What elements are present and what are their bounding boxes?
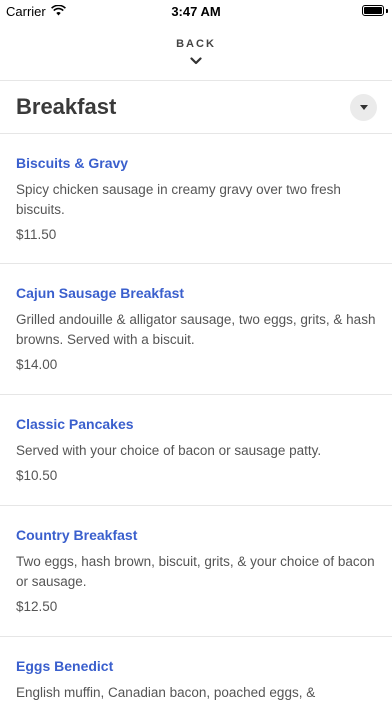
menu-list: Biscuits & Gravy Spicy chicken sausage i… [0, 134, 392, 703]
item-description: Two eggs, hash brown, biscuit, grits, & … [16, 554, 375, 589]
item-name: Cajun Sausage Breakfast [16, 285, 185, 301]
menu-item[interactable]: Classic Pancakes Served with your choice… [0, 395, 392, 506]
menu-item[interactable]: Country Breakfast Two eggs, hash brown, … [0, 506, 392, 637]
back-button[interactable]: BACK [0, 22, 392, 81]
item-price: $14.00 [16, 357, 58, 372]
section-header: Breakfast [0, 81, 392, 134]
item-description: English muffin, Canadian bacon, poached … [16, 685, 316, 700]
caret-down-icon [359, 98, 368, 116]
back-label: BACK [176, 38, 216, 50]
item-description: Spicy chicken sausage in creamy gravy ov… [16, 182, 341, 217]
item-price: $11.50 [16, 227, 57, 242]
menu-item[interactable]: Cajun Sausage Breakfast Grilled andouill… [0, 264, 392, 395]
battery-icon [362, 5, 384, 16]
status-bar: Carrier 3:47 AM [0, 0, 392, 22]
chevron-down-icon [190, 52, 202, 70]
battery-level [364, 7, 382, 14]
item-name: Eggs Benedict [16, 658, 114, 674]
clock: 3:47 AM [171, 4, 221, 19]
menu-item[interactable]: Biscuits & Gravy Spicy chicken sausage i… [0, 134, 392, 264]
category-dropdown-button[interactable] [350, 93, 377, 121]
item-name: Classic Pancakes [16, 416, 134, 432]
item-name: Country Breakfast [16, 527, 138, 543]
section-title: Breakfast [16, 94, 117, 119]
item-name: Biscuits & Gravy [16, 155, 129, 171]
item-price: $10.50 [16, 468, 58, 483]
menu-item[interactable]: Eggs Benedict English muffin, Canadian b… [0, 637, 392, 703]
item-price: $12.50 [16, 599, 58, 614]
item-description: Grilled andouille & alligator sausage, t… [16, 312, 376, 347]
battery-tip [386, 9, 388, 13]
item-description: Served with your choice of bacon or saus… [16, 443, 322, 458]
